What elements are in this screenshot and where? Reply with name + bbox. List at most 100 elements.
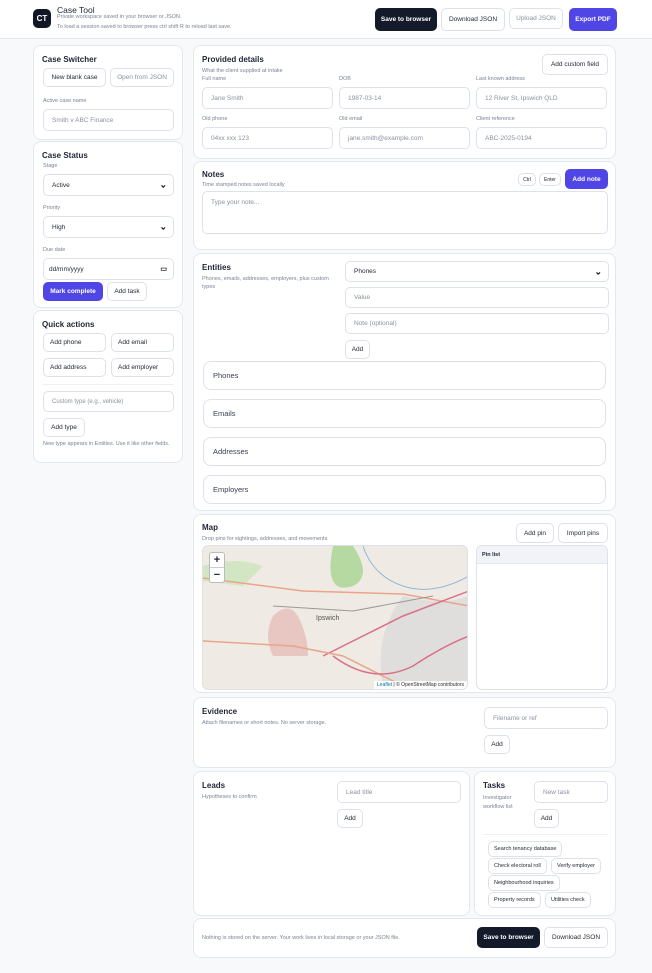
- field-input[interactable]: jane.smith@example.com: [339, 127, 470, 149]
- footer-download-button[interactable]: Download JSON: [544, 927, 608, 948]
- evidence-subtitle: Attach filenames or short notes. No serv…: [202, 720, 327, 726]
- zoom-control: + −: [209, 552, 225, 583]
- import-pins-button[interactable]: Import pins: [558, 523, 608, 543]
- due-date-input[interactable]: dd/mm/yyyy ▭: [43, 258, 174, 280]
- divider: [43, 384, 174, 385]
- evidence-card: Evidence Attach filenames or short notes…: [193, 697, 616, 768]
- leads-title: Leads: [202, 781, 226, 790]
- stage-value: Active: [52, 181, 70, 189]
- due-date-label: Due date: [43, 247, 66, 253]
- zoom-in-button[interactable]: +: [210, 553, 224, 568]
- field-label: Last known address: [476, 76, 525, 82]
- field-input[interactable]: 04xx xxx 123: [202, 127, 333, 149]
- add-pin-button[interactable]: Add pin: [516, 523, 554, 543]
- task-chip[interactable]: Neighbourhood inquiries: [488, 875, 560, 891]
- note-textarea[interactable]: Type your note...: [202, 191, 608, 234]
- add-email-button[interactable]: Add email: [111, 333, 174, 352]
- footer-card: Nothing is stored on the server. Your wo…: [193, 918, 616, 958]
- field-label: Client reference: [476, 116, 515, 122]
- priority-label: Priority: [43, 205, 61, 211]
- stage-label: Stage: [43, 163, 58, 169]
- priority-select[interactable]: High ⌄: [43, 216, 174, 238]
- field-label: DOB: [339, 76, 351, 82]
- task-chip[interactable]: Verify employer: [551, 858, 601, 874]
- app-logo: CT: [33, 9, 51, 28]
- entity-group[interactable]: Employers: [203, 475, 606, 504]
- add-custom-field-button[interactable]: Add custom field: [542, 54, 608, 75]
- leads-card: Leads Hypotheses to confirm Lead title A…: [193, 771, 470, 916]
- attribution-text: | © OpenStreetMap contributors: [393, 682, 464, 688]
- calendar-icon: ▭: [160, 266, 167, 273]
- leads-subtitle: Hypotheses to confirm: [202, 794, 257, 800]
- map-title: Map: [202, 523, 218, 532]
- field-input[interactable]: ABC-2025-0194: [476, 127, 607, 149]
- add-note-button[interactable]: Add note: [565, 169, 608, 189]
- field-input[interactable]: 1987-03-14: [339, 87, 470, 109]
- task-chip[interactable]: Check electoral roll: [488, 858, 547, 874]
- app-subtitle: Private workspace saved in your browser …: [57, 14, 182, 20]
- custom-type-input[interactable]: Custom type (e.g., vehicle): [43, 391, 174, 412]
- app-header: CT Case Tool Private workspace saved in …: [0, 0, 652, 39]
- case-status-title: Case Status: [42, 151, 88, 160]
- notes-title: Notes: [202, 170, 225, 179]
- app-hint: To load a session saved to browser press…: [57, 24, 232, 30]
- add-evidence-button[interactable]: Add: [484, 735, 510, 754]
- case-name-input[interactable]: Smith v ABC Finance: [43, 109, 174, 131]
- quick-actions-title: Quick actions: [42, 320, 95, 329]
- add-task-button[interactable]: Add task: [107, 282, 147, 301]
- pin-list-panel: Pin list: [476, 545, 608, 690]
- map-card: Map Drop pins for sightings, addresses, …: [193, 514, 616, 693]
- add-lead-button[interactable]: Add: [337, 809, 363, 828]
- export-pdf-button[interactable]: Export PDF: [569, 8, 617, 31]
- chevron-down-icon: ⌄: [594, 266, 602, 276]
- due-date-value: dd/mm/yyyy: [49, 265, 84, 273]
- new-blank-case-button[interactable]: New blank case: [43, 68, 106, 87]
- chevron-down-icon: ⌄: [159, 179, 167, 190]
- tasks-subtitle: Investigator workflow list: [483, 795, 513, 810]
- open-from-json-button[interactable]: Open from JSON: [110, 68, 174, 87]
- new-task-input[interactable]: New task: [534, 781, 608, 803]
- download-json-button[interactable]: Download JSON: [441, 8, 505, 31]
- task-chip[interactable]: Property records: [488, 892, 541, 908]
- add-address-button[interactable]: Add address: [43, 358, 106, 377]
- add-task-list-button[interactable]: Add: [534, 809, 559, 828]
- evidence-input[interactable]: Filename or ref: [484, 707, 608, 729]
- mark-complete-button[interactable]: Mark complete: [43, 282, 103, 301]
- entity-group[interactable]: Emails: [203, 399, 606, 428]
- add-entity-button[interactable]: Add: [345, 340, 370, 359]
- chevron-down-icon: ⌄: [159, 221, 167, 232]
- task-chip[interactable]: Utilities check: [545, 892, 591, 908]
- map-place-label: Ipswich: [316, 615, 340, 622]
- case-switcher-card: Case Switcher New blank case Open from J…: [33, 45, 183, 140]
- stage-select[interactable]: Active ⌄: [43, 174, 174, 196]
- field-input[interactable]: Jane Smith: [202, 87, 333, 109]
- zoom-out-button[interactable]: −: [210, 568, 224, 583]
- footer-text: Nothing is stored on the server. Your wo…: [202, 935, 400, 941]
- footer-save-button[interactable]: Save to browser: [477, 927, 540, 948]
- task-chip[interactable]: Search tenancy database: [488, 841, 563, 857]
- field-label: Old email: [339, 116, 363, 122]
- lead-title-input[interactable]: Lead title: [337, 781, 461, 803]
- save-to-browser-button[interactable]: Save to browser: [375, 8, 437, 31]
- upload-json-button[interactable]: Upload JSON: [509, 8, 563, 29]
- case-status-card: Case Status Stage Active ⌄ Priority High ⌄…: [33, 141, 183, 308]
- entity-note-input[interactable]: Note (optional): [345, 313, 609, 334]
- add-employer-button[interactable]: Add employer: [111, 358, 174, 377]
- entity-value-input[interactable]: Value: [345, 287, 609, 308]
- leaflet-link[interactable]: Leaflet: [377, 682, 392, 688]
- notes-subtitle: Time stamped notes saved locally: [202, 182, 285, 188]
- entity-type-select[interactable]: Phones ⌄: [345, 261, 609, 282]
- entity-group[interactable]: Addresses: [203, 437, 606, 466]
- quick-actions-card: Quick actions Add phone Add email Add ad…: [33, 310, 183, 463]
- entity-group[interactable]: Phones: [203, 361, 606, 390]
- tasks-title: Tasks: [483, 781, 506, 790]
- pin-list-header: Pin list: [477, 546, 607, 564]
- notes-card: Notes Time stamped notes saved locally C…: [193, 161, 616, 250]
- entities-subtitle: Phones, emails, addresses, employers, pl…: [202, 276, 329, 290]
- field-input[interactable]: 12 River St, Ipswich QLD: [476, 87, 607, 109]
- add-type-button[interactable]: Add type: [43, 418, 85, 437]
- enter-key-hint: Enter: [539, 173, 561, 186]
- map-view[interactable]: Ipswich + − Leaflet | © OpenStreetMap co…: [202, 545, 468, 690]
- entity-type-value: Phones: [354, 268, 377, 275]
- add-phone-button[interactable]: Add phone: [43, 333, 106, 352]
